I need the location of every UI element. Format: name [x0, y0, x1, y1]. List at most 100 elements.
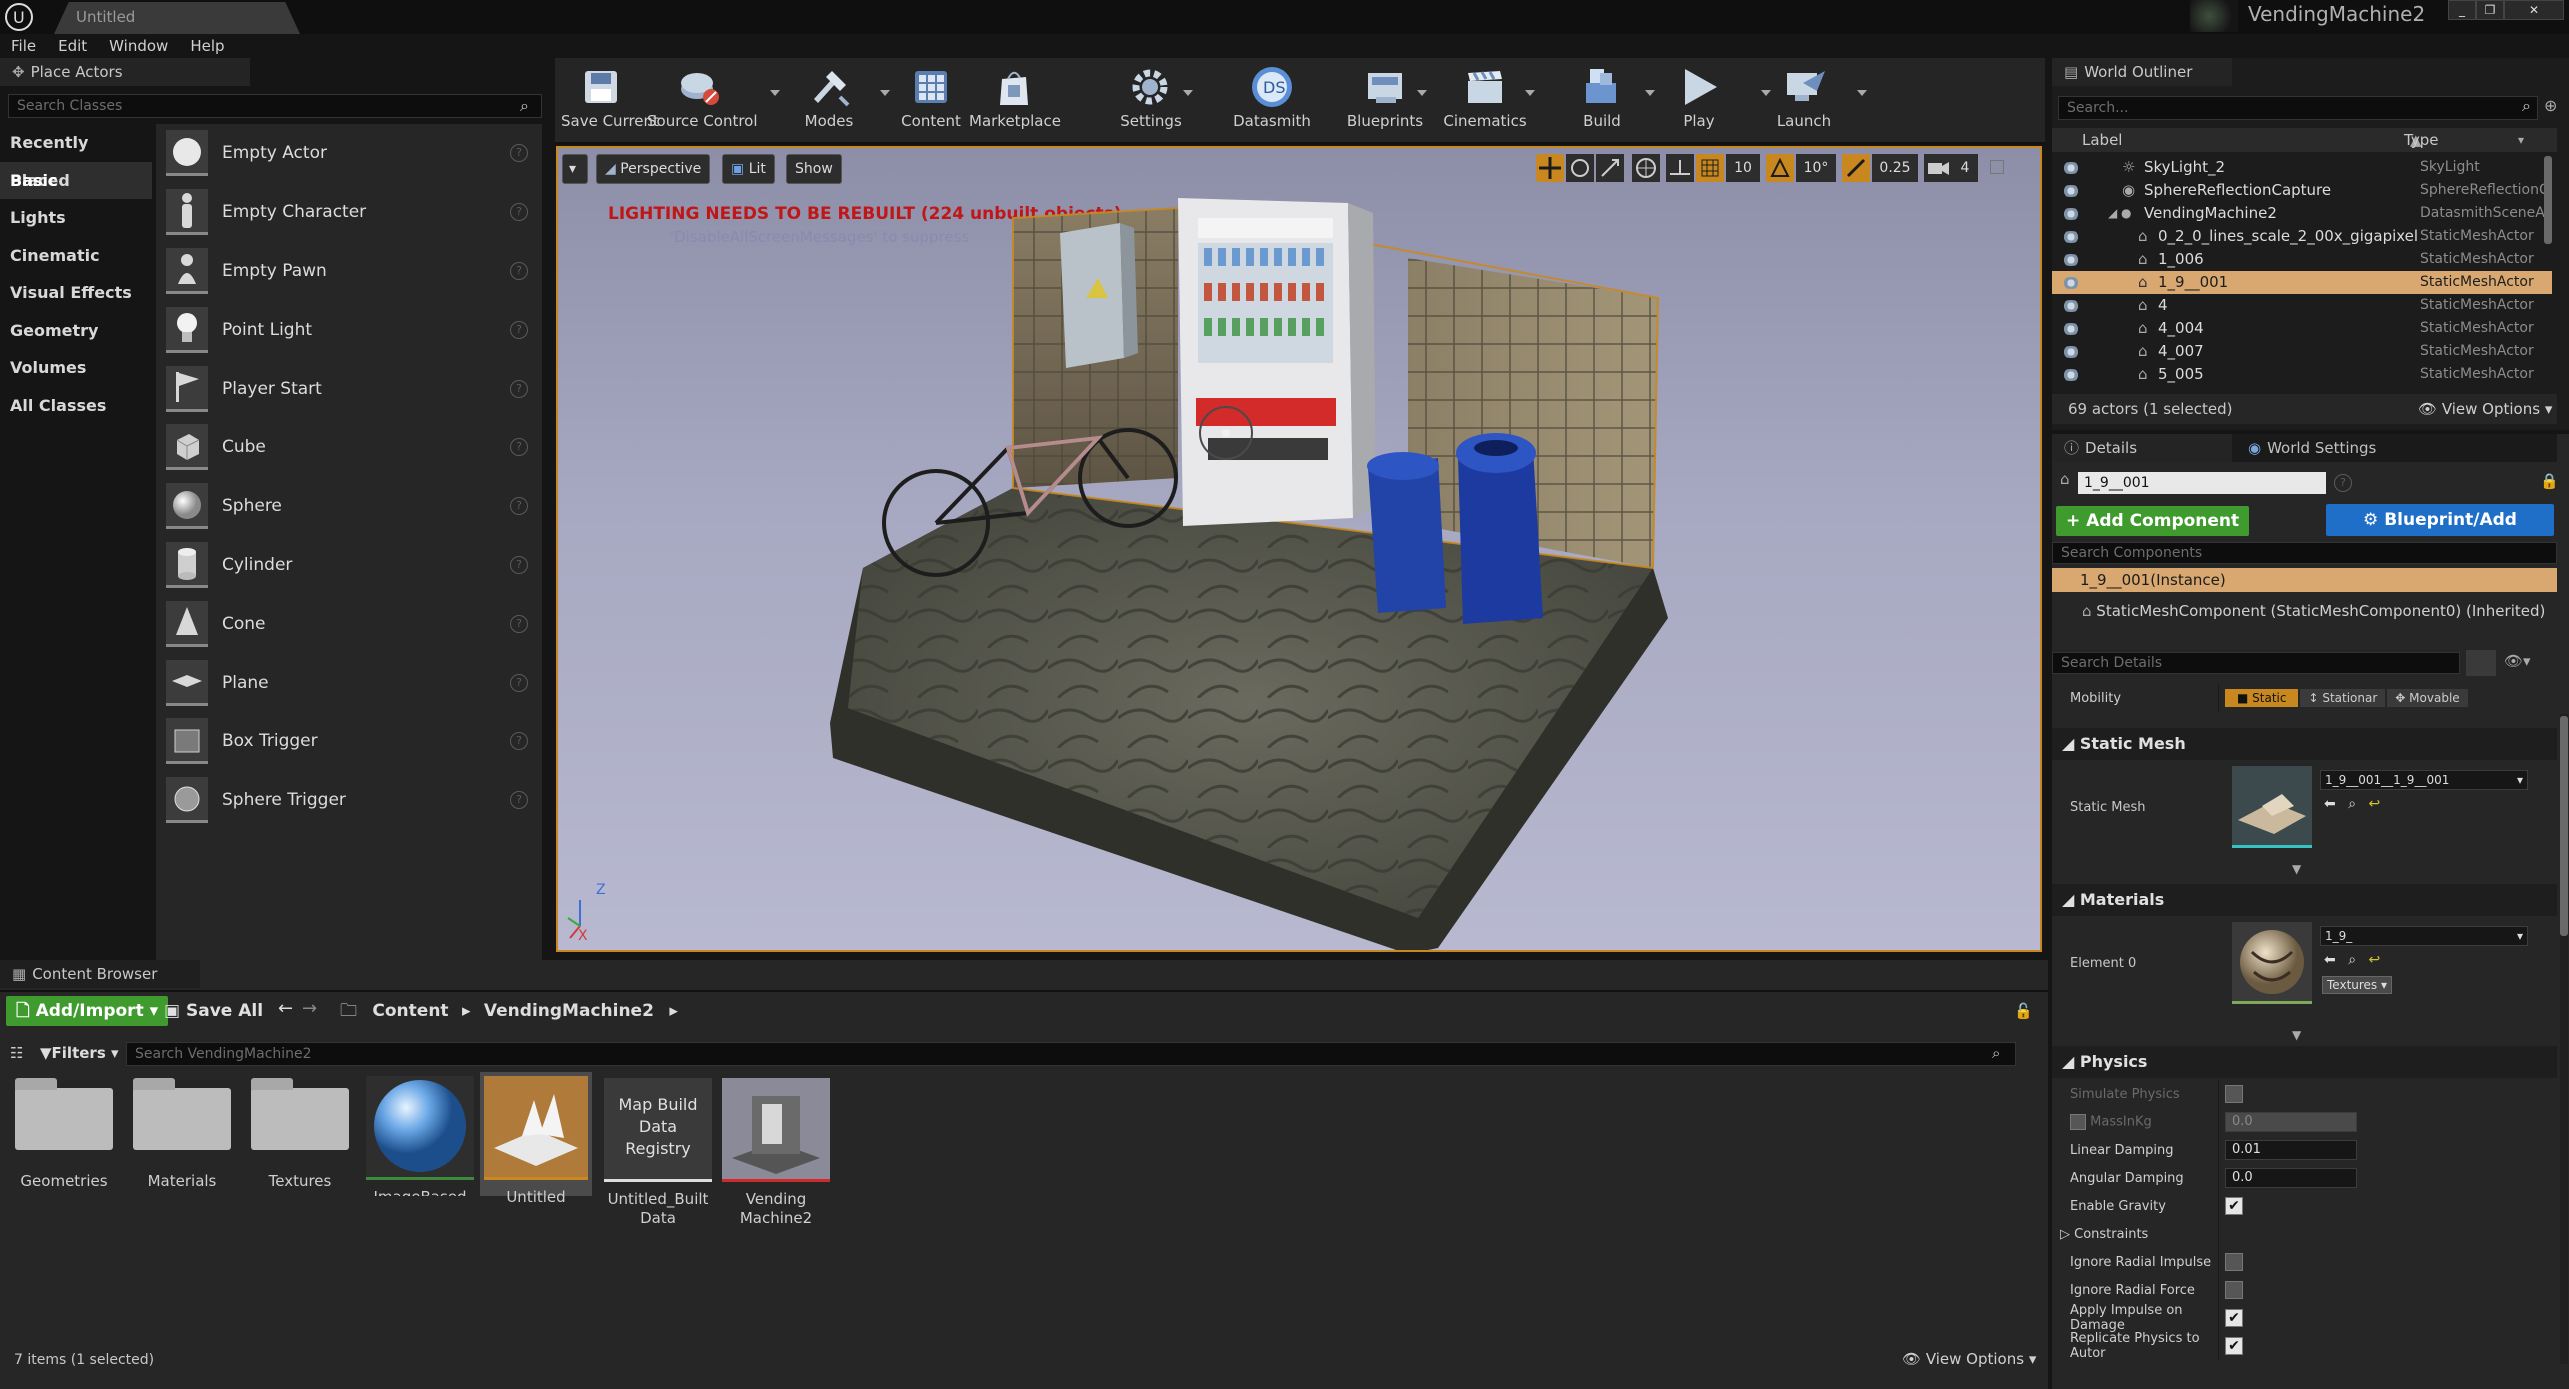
mass-field[interactable]: 0.0: [2225, 1112, 2357, 1132]
asset-folder-geometries[interactable]: Geometries: [8, 1078, 120, 1191]
actor-item-empty-character[interactable]: Empty Character?: [156, 183, 542, 242]
mobility-stationary-button[interactable]: ↕ Stationar: [2300, 689, 2386, 707]
outliner-row[interactable]: ⌂ 4_004 StaticMeshActor: [2052, 317, 2552, 340]
save-current-button[interactable]: Save Current: [561, 64, 659, 130]
mass-override-checkbox[interactable]: [2070, 1114, 2086, 1130]
asset-folder-textures[interactable]: Textures: [244, 1078, 356, 1191]
constraints-row[interactable]: ▷ Constraints: [2052, 1220, 2557, 1248]
menu-edit[interactable]: Edit: [47, 34, 98, 58]
column-label-header[interactable]: Label: [2082, 128, 2122, 152]
help-icon[interactable]: ?: [510, 203, 528, 222]
place-actors-tab[interactable]: ✥ Place Actors: [0, 58, 250, 86]
search-components-input[interactable]: Search Components: [2052, 542, 2557, 564]
save-all-button[interactable]: ▣ Save All: [164, 996, 263, 1026]
help-icon[interactable]: ?: [2334, 474, 2352, 492]
category-cinematic[interactable]: Cinematic: [0, 237, 152, 275]
apply-impulse-checkbox[interactable]: ✔: [2225, 1309, 2243, 1327]
browse-icon[interactable]: ⌕: [2348, 796, 2356, 812]
breadcrumb-vendingmachine2[interactable]: VendingMachine2: [484, 1001, 654, 1021]
actor-item-box-trigger[interactable]: Box Trigger?: [156, 712, 542, 771]
launch-button[interactable]: Launch: [1769, 64, 1839, 130]
filters-button[interactable]: ▼Filters ▾: [40, 1044, 119, 1062]
outliner-row[interactable]: ⌂ 4_007 StaticMeshActor: [2052, 340, 2552, 363]
chevron-right-icon[interactable]: ▸: [462, 1001, 471, 1021]
help-icon[interactable]: ?: [510, 732, 528, 751]
linear-damping-field[interactable]: 0.01: [2225, 1140, 2357, 1160]
physics-section[interactable]: ◢ Physics: [2052, 1046, 2557, 1078]
actor-item-sphere-trigger[interactable]: Sphere Trigger?: [156, 771, 542, 830]
actor-item-sphere[interactable]: Sphere?: [156, 477, 542, 536]
menu-help[interactable]: Help: [179, 34, 235, 58]
add-component-button[interactable]: + Add Component: [2056, 506, 2250, 536]
visibility-eye-icon[interactable]: [2060, 322, 2082, 335]
actor-item-point-light[interactable]: Point Light?: [156, 300, 542, 359]
minimize-button[interactable]: _: [2448, 0, 2476, 20]
category-all-classes[interactable]: All Classes: [0, 387, 152, 425]
eye-icon[interactable]: 👁▾: [2504, 652, 2531, 670]
property-matrix-icon[interactable]: [2466, 650, 2496, 676]
chevron-down-icon[interactable]: [1525, 90, 1535, 96]
outliner-scrollbar[interactable]: [2544, 156, 2552, 244]
static-mesh-section[interactable]: ◢ Static Mesh: [2052, 728, 2557, 760]
marketplace-button[interactable]: Marketplace: [969, 64, 1061, 130]
help-icon[interactable]: ?: [510, 144, 528, 163]
category-visual-effects[interactable]: Visual Effects: [0, 274, 152, 312]
datasmith-button[interactable]: DS Datasmith: [1227, 64, 1317, 130]
settings-button[interactable]: Settings: [1113, 64, 1189, 130]
history-forward-icon[interactable]: →: [302, 998, 317, 1019]
actor-item-cylinder[interactable]: Cylinder?: [156, 536, 542, 595]
source-control-button[interactable]: Source Control: [647, 64, 758, 130]
actor-item-plane[interactable]: Plane?: [156, 653, 542, 712]
visibility-eye-icon[interactable]: [2060, 207, 2082, 220]
visibility-eye-icon[interactable]: [2060, 368, 2082, 381]
component-instance-row[interactable]: 1_9__001(Instance): [2052, 568, 2557, 592]
visibility-eye-icon[interactable]: [2060, 230, 2082, 243]
menu-file[interactable]: File: [0, 34, 47, 58]
actor-item-empty-actor[interactable]: Empty Actor?: [156, 124, 542, 183]
help-icon[interactable]: ?: [510, 379, 528, 398]
search-classes-input[interactable]: Search Classes: [8, 94, 542, 118]
mobility-static-button[interactable]: ■ Static: [2225, 689, 2299, 707]
chevron-down-icon[interactable]: [1857, 90, 1867, 96]
reset-icon[interactable]: ↩: [2368, 796, 2380, 812]
actor-item-cube[interactable]: Cube?: [156, 418, 542, 477]
actor-name-field[interactable]: 1_9__001: [2078, 472, 2326, 494]
asset-level-untitled-selected[interactable]: Untitled: [480, 1072, 592, 1206]
sources-toggle-icon[interactable]: ☷: [10, 1044, 23, 1062]
category-basic[interactable]: Basic: [0, 161, 152, 199]
browse-icon[interactable]: ⌕: [2348, 952, 2356, 968]
close-button[interactable]: ✕: [2504, 0, 2564, 20]
add-folder-icon[interactable]: ⊕: [2544, 96, 2557, 115]
details-tab[interactable]: ⓘ Details: [2052, 434, 2232, 462]
static-mesh-thumbnail[interactable]: [2232, 766, 2312, 848]
scene-render[interactable]: [558, 148, 2042, 952]
visibility-eye-icon[interactable]: [2060, 345, 2082, 358]
help-icon[interactable]: ?: [510, 673, 528, 692]
cinematics-button[interactable]: Cinematics: [1435, 64, 1535, 130]
materials-section[interactable]: ◢ Materials: [2052, 884, 2557, 916]
category-volumes[interactable]: Volumes: [0, 349, 152, 387]
chevron-down-icon[interactable]: [880, 90, 890, 96]
view-options-button[interactable]: 👁 View Options ▾: [2418, 394, 2552, 424]
use-selected-icon[interactable]: ⬅: [2324, 796, 2336, 812]
play-button[interactable]: Play: [1667, 64, 1731, 130]
chevron-down-icon[interactable]: [1417, 90, 1427, 96]
outliner-row[interactable]: ⌂ 1_006 StaticMeshActor: [2052, 248, 2552, 271]
build-button[interactable]: Build: [1563, 64, 1641, 130]
textures-dropdown[interactable]: Textures ▾: [2322, 976, 2393, 994]
category-geometry[interactable]: Geometry: [0, 312, 152, 350]
breadcrumb-content[interactable]: Content: [372, 1001, 448, 1021]
add-import-button[interactable]: 🗋 Add/Import ▾: [6, 996, 169, 1026]
maximize-button[interactable]: ❐: [2476, 0, 2504, 20]
use-selected-icon[interactable]: ⬅: [2324, 952, 2336, 968]
help-icon[interactable]: ?: [510, 320, 528, 339]
visibility-eye-icon[interactable]: [2060, 276, 2082, 289]
ignore-radial-impulse-checkbox[interactable]: [2225, 1253, 2243, 1271]
content-button[interactable]: Content: [895, 64, 967, 130]
visibility-eye-icon[interactable]: [2060, 161, 2082, 174]
category-lights[interactable]: Lights: [0, 199, 152, 237]
history-back-icon[interactable]: ←: [278, 998, 293, 1019]
help-icon[interactable]: ?: [510, 438, 528, 457]
outliner-row-selected[interactable]: ⌂ 1_9__001 StaticMeshActor: [2052, 271, 2552, 294]
content-browser-tab[interactable]: ▦ Content Browser: [0, 960, 200, 988]
